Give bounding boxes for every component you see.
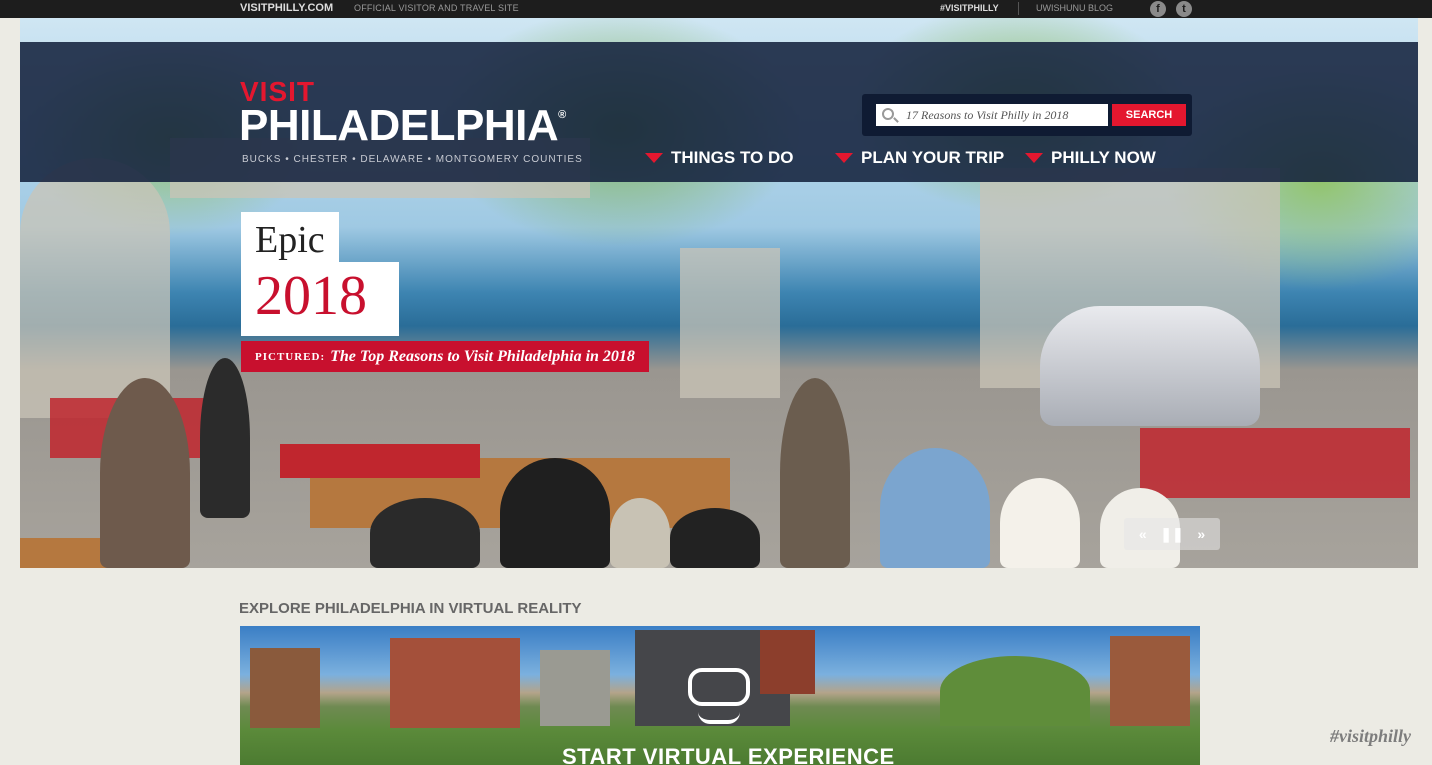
next-slide-icon[interactable]: » [1197,526,1205,542]
dropdown-triangle-icon [835,153,853,163]
vr-headset-icon [688,668,750,724]
person [200,358,250,518]
registered-mark: ® [558,109,566,121]
building [390,638,520,728]
site-name-link[interactable]: VISITPHILLY.COM [240,2,333,14]
vr-section-heading: EXPLORE PHILADELPHIA IN VIRTUAL REALITY [239,600,582,617]
counties-tagline: BUCKS • CHESTER • DELAWARE • MONTGOMERY … [242,154,583,165]
search-bar: SEARCH [862,94,1192,136]
nav-things-to-do[interactable]: THINGS TO DO [645,148,793,168]
dropdown-triangle-icon [1025,153,1043,163]
slideshow-controls: « ❚❚ » [1124,518,1220,550]
blog-link[interactable]: UWISHUNU BLOG [1036,3,1113,13]
nav-label: THINGS TO DO [671,148,794,167]
hero-caption-link[interactable]: PICTURED: The Top Reasons to Visit Phila… [241,341,649,372]
search-input[interactable] [876,104,1108,126]
person [1000,478,1080,568]
person [100,378,190,568]
caption-title: The Top Reasons to Visit Philadelphia in… [330,347,635,365]
hero-title-line2: 2018 [241,262,399,336]
tree [940,656,1090,726]
hashtag-link[interactable]: #VISITPHILLY [940,3,999,13]
logo-philadelphia-text: PHILADELPHIA [239,101,559,150]
start-vr-button[interactable]: START VIRTUAL EXPERIENCE [562,744,895,765]
caption-prefix: PICTURED: [255,350,326,363]
person [370,498,480,568]
hero-title-line1: Epic [241,212,339,264]
search-button[interactable]: SEARCH [1112,104,1186,126]
person [780,378,850,568]
logo-philadelphia[interactable]: PHILADELPHIA® [239,104,566,148]
red-planter [280,444,480,478]
utility-bar: VISITPHILLY.COM OFFICIAL VISITOR AND TRA… [0,0,1432,18]
person [670,508,760,568]
building [250,648,320,728]
nav-philly-now[interactable]: PHILLY NOW [1025,148,1156,168]
building [1110,636,1190,726]
footer-hashtag: #visitphilly [1330,726,1411,746]
divider [1018,2,1019,15]
dropdown-triangle-icon [645,153,663,163]
site-tagline: OFFICIAL VISITOR AND TRAVEL SITE [354,3,519,13]
person [500,458,610,568]
vr-experience-banner[interactable]: START VIRTUAL EXPERIENCE [240,626,1200,765]
person [880,448,990,568]
person [610,498,670,568]
pause-icon[interactable]: ❚❚ [1160,526,1183,543]
twitter-icon[interactable]: t [1176,1,1192,17]
site-header: VISIT PHILADELPHIA® BUCKS • CHESTER • DE… [20,42,1418,182]
nav-plan-your-trip[interactable]: PLAN YOUR TRIP [835,148,1004,168]
nav-label: PHILLY NOW [1051,148,1156,167]
search-icon [882,108,894,120]
hero-banner[interactable]: VISIT PHILADELPHIA® BUCKS • CHESTER • DE… [20,18,1418,568]
prev-slide-icon[interactable]: « [1139,526,1147,542]
nav-label: PLAN YOUR TRIP [861,148,1005,167]
red-chairs [1140,428,1410,498]
building [760,630,815,694]
food-trailer [1040,306,1260,426]
stone-pier [680,248,780,398]
building [540,650,610,726]
facebook-icon[interactable]: f [1150,1,1166,17]
